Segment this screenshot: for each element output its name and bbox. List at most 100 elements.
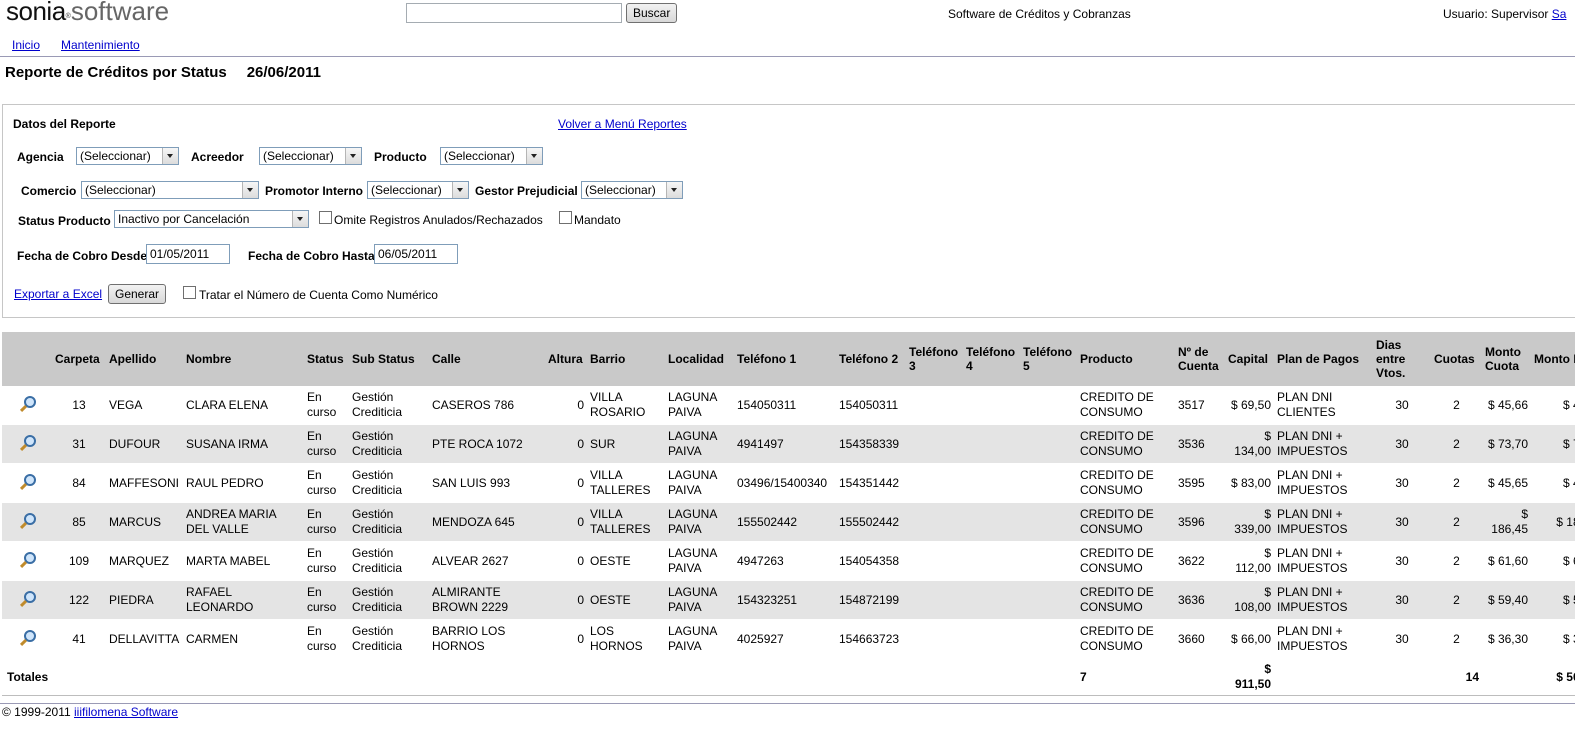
- promotor-select[interactable]: (Seleccionar): [367, 181, 469, 199]
- cell-plan: PLAN DNI CLIENTES: [1274, 386, 1373, 425]
- agencia-select[interactable]: (Seleccionar): [76, 147, 179, 165]
- fecha-hasta-label: Fecha de Cobro Hasta: [248, 249, 375, 263]
- footer-link[interactable]: iiifilomena Software: [74, 705, 178, 719]
- col-substatus[interactable]: Sub Status: [349, 332, 429, 386]
- cell-cuenta: 3622: [1175, 541, 1225, 581]
- cell-localidad: LAGUNA PAIVA: [665, 619, 734, 659]
- footer: © 1999-2011 iiifilomena Software: [2, 705, 178, 719]
- cell-cuotas: 2: [1431, 502, 1482, 542]
- back-to-reports-link[interactable]: Volver a Menú Reportes: [558, 117, 687, 131]
- col-producto[interactable]: Producto: [1077, 332, 1175, 386]
- omite-anulados-checkbox[interactable]: [319, 211, 332, 224]
- cell-altura: 0: [545, 580, 587, 620]
- magnifier-icon[interactable]: [20, 435, 36, 449]
- cell-cuenta: 3636: [1175, 580, 1225, 620]
- view-cell: [2, 463, 52, 503]
- search-input[interactable]: [406, 3, 622, 23]
- magnifier-icon[interactable]: [20, 591, 36, 605]
- cell-altura: 0: [545, 502, 587, 542]
- col-localidad[interactable]: Localidad: [665, 332, 734, 386]
- col-monto-mensual[interactable]: Monto Mensual: [1531, 332, 1575, 386]
- cell-tel2: 154358339: [836, 424, 906, 464]
- cell-carpeta: 84: [52, 463, 106, 503]
- cell-apellido: MARCUS: [106, 502, 183, 542]
- col-status[interactable]: Status: [304, 332, 349, 386]
- col-cuenta[interactable]: Nº de Cuenta: [1175, 332, 1225, 386]
- chevron-down-icon: [162, 148, 178, 164]
- generar-button[interactable]: Generar: [108, 284, 167, 304]
- cell-empty: [906, 619, 963, 659]
- view-cell: [2, 386, 52, 425]
- producto-select[interactable]: (Seleccionar): [440, 147, 543, 165]
- cell-empty: [906, 424, 963, 464]
- col-telefono3[interactable]: Teléfono 3: [906, 332, 963, 386]
- col-apellido[interactable]: Apellido: [106, 332, 183, 386]
- footer-divider: [0, 703, 1575, 704]
- fecha-hasta-input[interactable]: 06/05/2011: [374, 244, 458, 264]
- cell-substatus: Gestión Crediticia: [349, 386, 429, 425]
- nav-mantenimiento[interactable]: Mantenimiento: [61, 38, 140, 52]
- magnifier-icon[interactable]: [20, 552, 36, 566]
- col-calle[interactable]: Calle: [429, 332, 545, 386]
- cell-apellido: MARQUEZ: [106, 541, 183, 581]
- view-cell: [2, 424, 52, 464]
- col-telefono5[interactable]: Teléfono 5: [1020, 332, 1077, 386]
- col-telefono4[interactable]: Teléfono 4: [963, 332, 1020, 386]
- col-telefono1[interactable]: Teléfono 1: [734, 332, 836, 386]
- fecha-desde-input[interactable]: 01/05/2011: [146, 244, 230, 264]
- cell-carpeta: 122: [52, 580, 106, 620]
- cell-tel2: 154351442: [836, 463, 906, 503]
- cell-barrio: LOS HORNOS: [587, 619, 665, 659]
- cell-empty: [963, 424, 1020, 464]
- cell-tel2: 154663723: [836, 619, 906, 659]
- nav-inicio[interactable]: Inicio: [12, 38, 40, 52]
- col-icon-header: [2, 332, 52, 386]
- col-altura[interactable]: Altura: [545, 332, 587, 386]
- cell-cuotas: 2: [1431, 580, 1482, 620]
- cell-producto: CREDITO DE CONSUMO: [1077, 580, 1175, 620]
- col-nombre[interactable]: Nombre: [183, 332, 304, 386]
- col-cuotas[interactable]: Cuotas: [1431, 332, 1482, 386]
- view-cell: [2, 619, 52, 659]
- cell-capital: $ 339,00: [1225, 502, 1274, 542]
- cell-capital: $ 134,00: [1225, 424, 1274, 464]
- cell-tel1: 155502442: [734, 502, 836, 542]
- app-title: Software de Créditos y Cobranzas: [948, 7, 1131, 21]
- tratar-numerico-checkbox[interactable]: [183, 286, 196, 299]
- mandato-checkbox[interactable]: [559, 211, 572, 224]
- col-dias[interactable]: Dias entre Vtos.: [1373, 332, 1431, 386]
- magnifier-icon[interactable]: [20, 513, 36, 527]
- cell-capital: $ 66,00: [1225, 619, 1274, 659]
- cell-altura: 0: [545, 386, 587, 425]
- cell-apellido: DELLAVITTA: [106, 619, 183, 659]
- comercio-select[interactable]: (Seleccionar): [81, 181, 259, 199]
- logout-link[interactable]: Sa: [1552, 7, 1567, 21]
- cell-mensual: $ 186,45: [1531, 502, 1575, 542]
- col-monto-cuota[interactable]: Monto Cuota: [1482, 332, 1531, 386]
- cell-calle: PTE ROCA 1072: [429, 424, 545, 464]
- cell-barrio: VILLA TALLERES: [587, 463, 665, 503]
- cell-empty: [1020, 502, 1077, 542]
- col-telefono2[interactable]: Teléfono 2: [836, 332, 906, 386]
- magnifier-icon[interactable]: [20, 474, 36, 488]
- cell-substatus: Gestión Crediticia: [349, 502, 429, 542]
- omite-anulados-label: Omite Registros Anulados/Rechazados: [334, 213, 543, 227]
- cell-producto: CREDITO DE CONSUMO: [1077, 386, 1175, 425]
- cell-carpeta: 13: [52, 386, 106, 425]
- export-excel-link[interactable]: Exportar a Excel: [14, 287, 102, 301]
- cell-status: En curso: [304, 502, 349, 542]
- col-plan[interactable]: Plan de Pagos: [1274, 332, 1373, 386]
- gestor-select[interactable]: (Seleccionar): [581, 181, 683, 199]
- col-capital[interactable]: Capital: [1225, 332, 1274, 386]
- magnifier-icon[interactable]: [20, 396, 36, 410]
- acreedor-select[interactable]: (Seleccionar): [259, 147, 362, 165]
- cell-barrio: OESTE: [587, 541, 665, 581]
- status-producto-select[interactable]: Inactivo por Cancelación: [114, 210, 309, 228]
- mandato-label: Mandato: [574, 213, 621, 227]
- cell-altura: 0: [545, 463, 587, 503]
- magnifier-icon[interactable]: [20, 630, 36, 644]
- col-barrio[interactable]: Barrio: [587, 332, 665, 386]
- agencia-label: Agencia: [17, 150, 64, 164]
- search-button[interactable]: Buscar: [626, 3, 678, 23]
- col-carpeta[interactable]: Carpeta: [52, 332, 106, 386]
